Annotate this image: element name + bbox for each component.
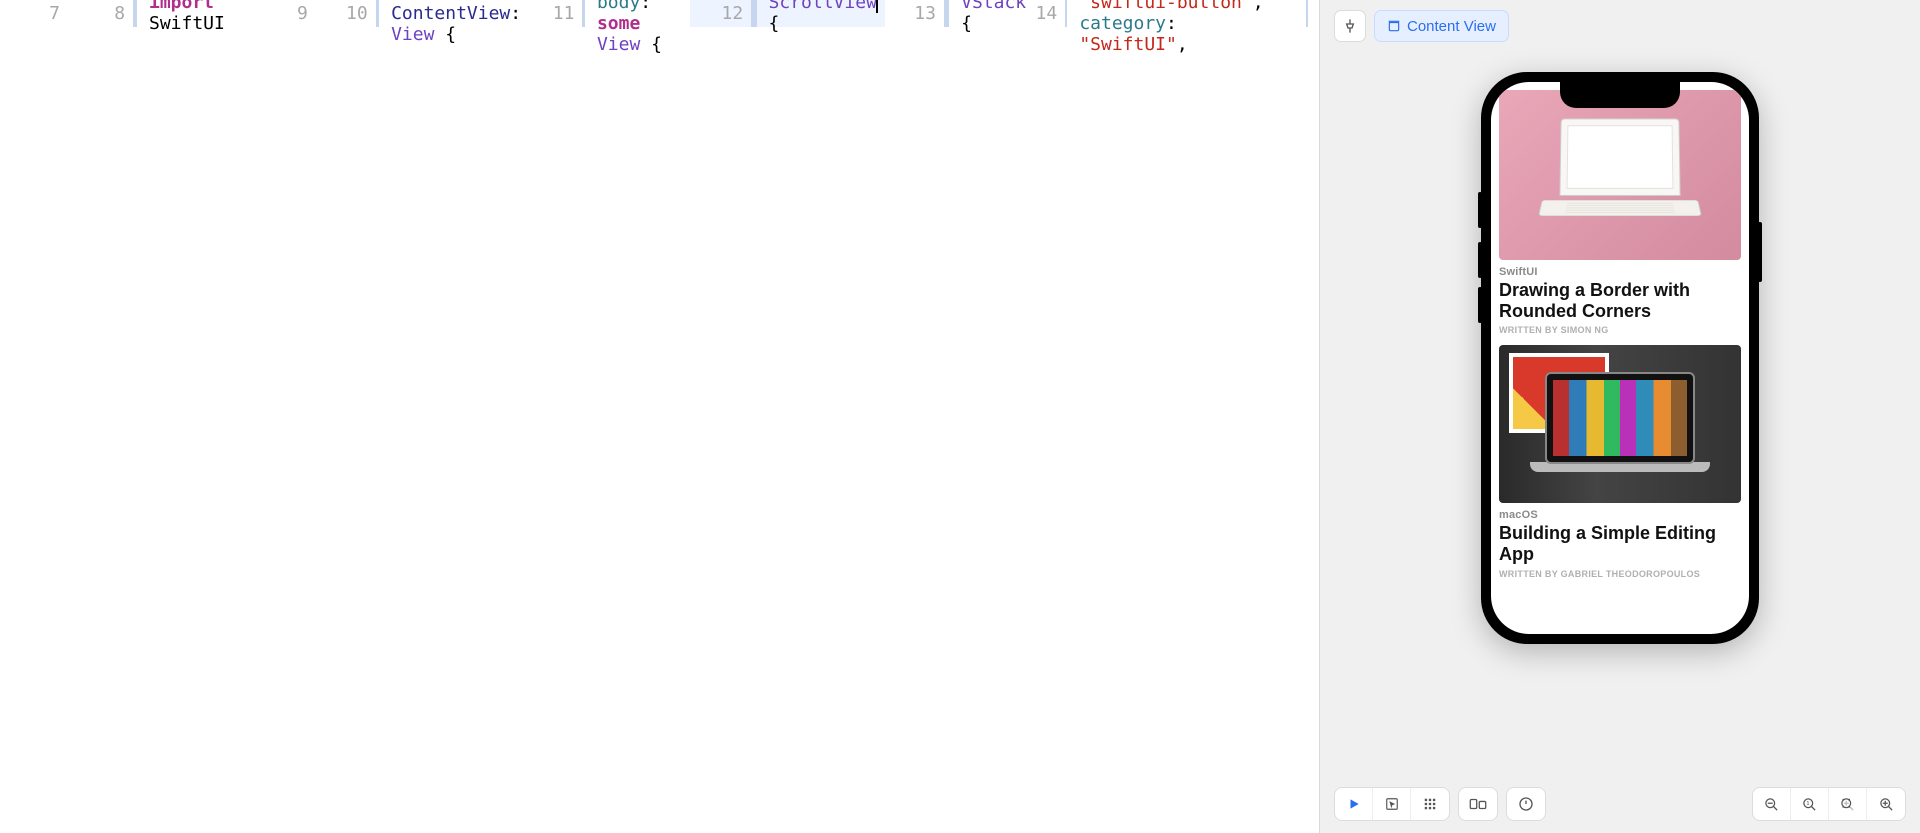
line-number: 11 <box>550 3 583 24</box>
change-bar <box>68 0 74 27</box>
code-line[interactable]: 7 <box>0 0 86 27</box>
card-heading: Drawing a Border with Rounded Corners <box>1499 280 1741 321</box>
device-iphone: SwiftUI Drawing a Border with Rounded Co… <box>1481 72 1759 644</box>
code-line[interactable]: 14 CardView(image: "swiftui-button", cat… <box>1036 0 1285 27</box>
card-heading: Building a Simple Editing App <box>1499 523 1741 564</box>
code-line[interactable]: heading: "Drawing a Border with Rounded … <box>1284 0 1320 27</box>
code-line[interactable]: 13 VStack { <box>885 0 1036 27</box>
selectable-preview-button[interactable] <box>1373 788 1411 820</box>
live-preview-button[interactable] <box>1335 788 1373 820</box>
line-number: 8 <box>86 3 133 24</box>
zoom-group: 1 <box>1752 787 1906 821</box>
device-screen[interactable]: SwiftUI Drawing a Border with Rounded Co… <box>1491 82 1749 634</box>
pin-icon <box>1342 18 1358 34</box>
card-category: macOS <box>1499 509 1741 521</box>
preview-scrollview[interactable]: SwiftUI Drawing a Border with Rounded Co… <box>1491 82 1749 634</box>
zoom-fit-icon <box>1840 797 1855 812</box>
zoom-out-button[interactable] <box>1753 788 1791 820</box>
pin-preview-button[interactable] <box>1334 10 1366 42</box>
breadcrumb-label: Content View <box>1407 18 1496 35</box>
code-line[interactable]: 12 ScrollView { <box>690 0 884 27</box>
line-number: 13 <box>885 3 944 24</box>
device-settings-icon <box>1469 796 1487 812</box>
svg-text:1: 1 <box>1806 801 1809 807</box>
preview-mode-group <box>1334 787 1450 821</box>
device-notch <box>1560 82 1680 108</box>
change-bar <box>316 0 322 27</box>
code-line[interactable]: 11 var body: some View { <box>550 0 690 27</box>
card-author: WRITTEN BY GABRIEL THEODOROPOULOS <box>1499 569 1741 579</box>
line-number: 9 <box>248 3 316 24</box>
zoom-actual-button[interactable]: 1 <box>1791 788 1829 820</box>
line-number: 14 <box>1036 3 1066 24</box>
grid-icon <box>1423 797 1437 811</box>
preview-card: macOS Building a Simple Editing App WRIT… <box>1499 345 1741 578</box>
view-icon <box>1387 19 1401 33</box>
card-image <box>1499 90 1741 260</box>
zoom-in-button[interactable] <box>1867 788 1905 820</box>
code-line[interactable]: 9 <box>248 0 334 27</box>
card-category: SwiftUI <box>1499 266 1741 278</box>
code-line[interactable]: 8import SwiftUI <box>86 0 248 27</box>
preview-on-device-button[interactable] <box>1506 787 1546 821</box>
device-settings-button[interactable] <box>1458 787 1498 821</box>
zoom-actual-icon: 1 <box>1802 797 1817 812</box>
zoom-out-icon <box>1764 797 1779 812</box>
variants-preview-button[interactable] <box>1411 788 1449 820</box>
line-number: 7 <box>0 3 68 24</box>
zoom-fit-button[interactable] <box>1829 788 1867 820</box>
preview-canvas: Content View SwiftUI Drawing a Border wi… <box>1320 0 1920 833</box>
cursor-box-icon <box>1385 797 1399 811</box>
zoom-in-icon <box>1879 797 1894 812</box>
code-editor[interactable]: 7 8import SwiftUI9 10struct ContentView: V… <box>0 0 1320 833</box>
card-image <box>1499 345 1741 503</box>
preview-card: SwiftUI Drawing a Border with Rounded Co… <box>1499 90 1741 335</box>
power-icon <box>1518 796 1534 812</box>
line-number: 10 <box>334 3 376 24</box>
code-line[interactable]: 10struct ContentView: View { <box>334 0 550 27</box>
line-number: 12 <box>690 3 751 24</box>
play-icon <box>1347 797 1361 811</box>
card-author: WRITTEN BY SIMON NG <box>1499 325 1741 335</box>
preview-breadcrumb[interactable]: Content View <box>1374 10 1509 42</box>
